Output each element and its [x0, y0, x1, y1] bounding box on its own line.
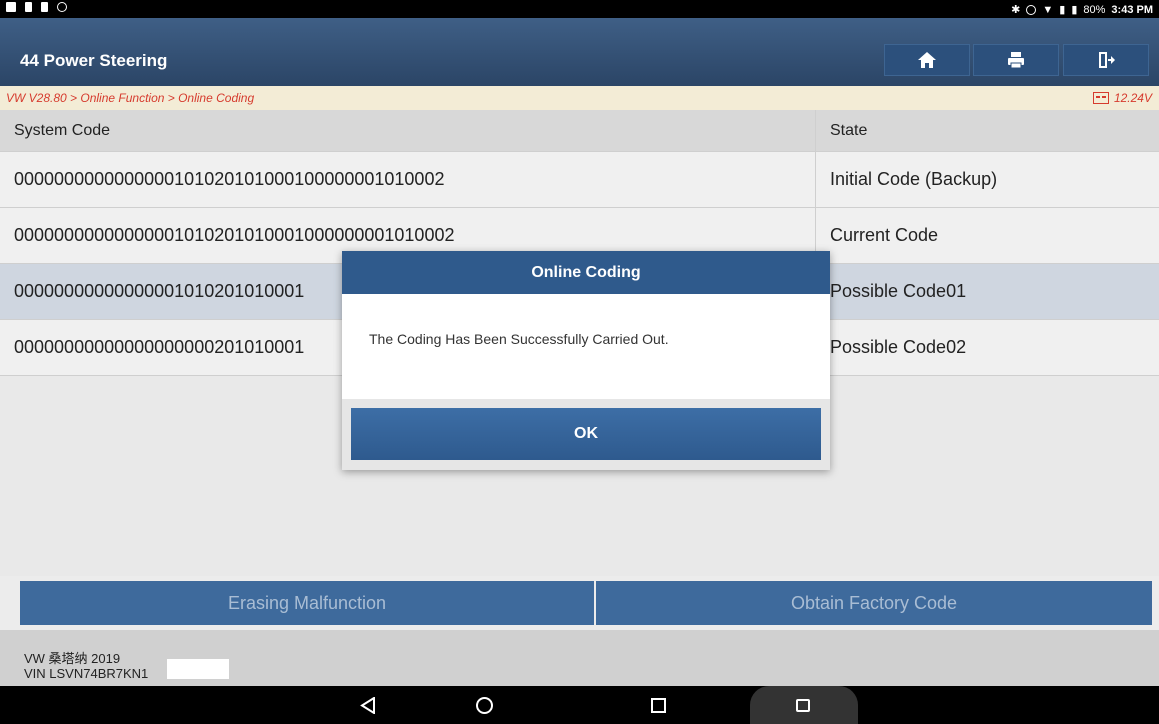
clock: 3:43 PM [1111, 3, 1153, 16]
do-not-disturb-icon [1026, 4, 1037, 15]
column-header-system-code: System Code [0, 110, 816, 151]
signal-icon: ▮ [1059, 4, 1066, 16]
column-header-state: State [830, 121, 868, 139]
navigation-bar [0, 686, 1159, 724]
home-nav-icon[interactable] [476, 697, 493, 714]
exit-icon [1099, 52, 1115, 68]
recent-apps-icon[interactable] [651, 698, 666, 713]
obtain-factory-code-button[interactable]: Obtain Factory Code [596, 581, 1152, 625]
status-bar: ✱ ▼ ▮ ▮ 80% 3:43 PM [0, 0, 1159, 18]
page-title: 44 Power Steering [20, 51, 168, 70]
table-header: System Code State [0, 110, 1159, 152]
settings-notification-icon [57, 2, 67, 12]
table-row[interactable]: 0000000000000000101020101000100000001010… [0, 152, 1159, 208]
state-cell: Current Code [830, 225, 939, 245]
home-button[interactable] [884, 44, 970, 76]
battery-icon: ▮ [1071, 4, 1078, 16]
vehicle-info: VW 桑塔纳 2019 VIN LSVN74BR7KN1 [0, 630, 1159, 686]
vehicle-model: VW 桑塔纳 2019 [24, 651, 121, 666]
dialog-footer: OK [342, 399, 830, 470]
dialog-title: Online Coding [342, 251, 830, 294]
ok-button[interactable]: OK [351, 408, 821, 460]
back-icon[interactable] [360, 697, 376, 714]
app-header: 44 Power Steering [0, 18, 1159, 86]
state-cell: Possible Code01 [830, 281, 967, 301]
bluetooth-icon: ✱ [1011, 4, 1021, 16]
sd-card-icon [41, 2, 48, 12]
erasing-malfunction-button[interactable]: Erasing Malfunction [20, 581, 594, 625]
system-code-cell: 0000000000000000101020101000100000001010… [0, 152, 816, 207]
action-bar: Erasing Malfunction Obtain Factory Code [0, 576, 1159, 630]
wifi-icon: ▼ [1042, 3, 1054, 16]
screenshot-pill[interactable] [750, 686, 858, 724]
car-battery-icon [1092, 92, 1109, 104]
voltage-value: 12.24V [1113, 91, 1152, 105]
breadcrumb: VW V28.80 > Online Function > Online Cod… [6, 91, 255, 105]
usb-icon [25, 2, 32, 12]
print-button[interactable] [973, 44, 1059, 76]
breadcrumb-bar: VW V28.80 > Online Function > Online Cod… [0, 86, 1159, 110]
battery-percent: 80% [1083, 3, 1106, 16]
image-notification-icon [6, 2, 16, 12]
print-icon [1008, 52, 1024, 69]
home-icon [918, 52, 936, 68]
battery-voltage: 12.24V [1092, 91, 1152, 105]
vehicle-vin: VIN LSVN74BR7KN1 [24, 666, 149, 681]
vin-redaction [167, 659, 229, 679]
state-cell: Initial Code (Backup) [830, 169, 998, 189]
screenshot-icon [796, 699, 810, 712]
dialog-message: The Coding Has Been Successfully Carried… [369, 331, 669, 347]
exit-button[interactable] [1063, 44, 1149, 76]
online-coding-dialog: Online Coding The Coding Has Been Succes… [342, 251, 830, 470]
state-cell: Possible Code02 [830, 337, 967, 357]
